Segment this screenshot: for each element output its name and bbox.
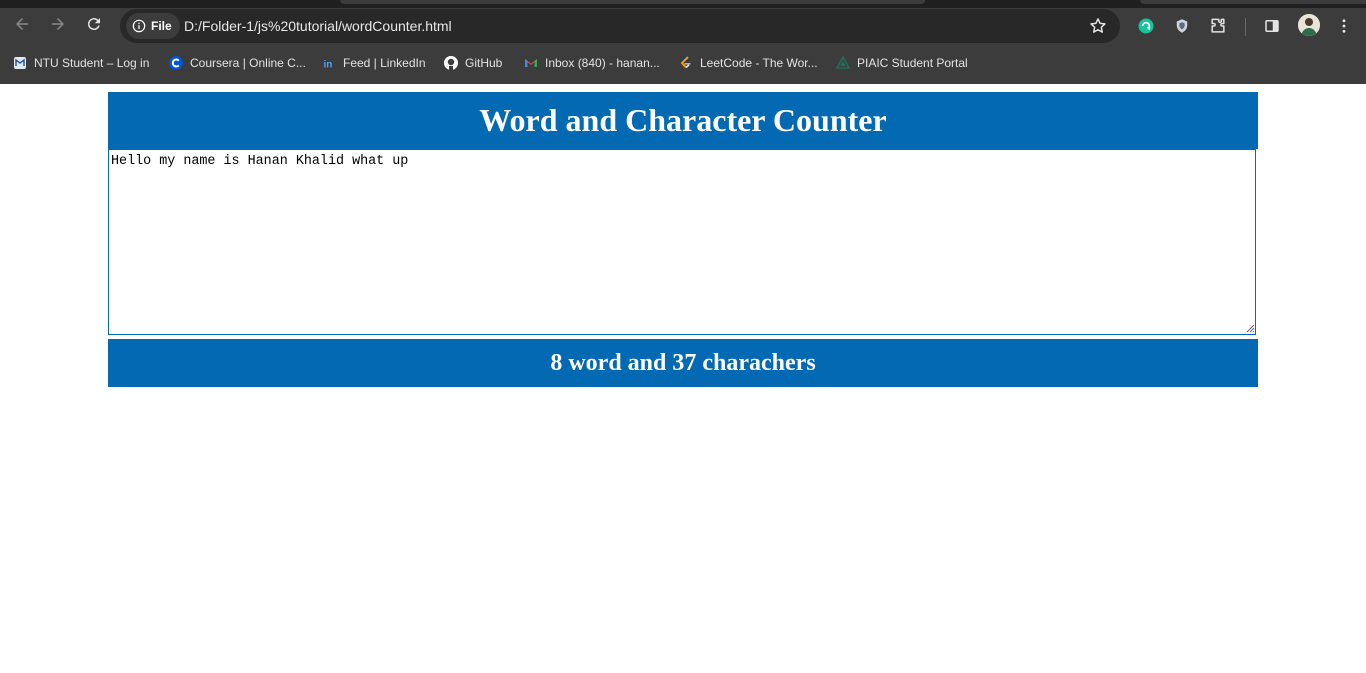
url-text[interactable]: D:/Folder-1/js%20tutorial/wordCounter.ht… bbox=[184, 18, 452, 34]
bookmarks-bar: NTU Student – Log in Coursera | Online C… bbox=[0, 50, 1366, 76]
bookmark-gmail[interactable]: Inbox (840) - hanan... bbox=[523, 53, 660, 73]
bookmark-piaic[interactable]: PIAIC Student Portal bbox=[835, 53, 968, 73]
bookmark-label: PIAIC Student Portal bbox=[857, 56, 968, 70]
active-tab-edge[interactable] bbox=[340, 0, 925, 4]
bookmark-coursera[interactable]: Coursera | Online C... bbox=[168, 53, 306, 73]
leetcode-icon bbox=[678, 55, 694, 71]
ntu-logo-icon bbox=[12, 55, 28, 71]
reload-icon bbox=[87, 18, 100, 31]
bookmark-leetcode[interactable]: LeetCode - The Wor... bbox=[678, 53, 818, 73]
puzzle-extensions-icon bbox=[1211, 18, 1225, 33]
site-info-label: File bbox=[151, 19, 172, 33]
profile-avatar[interactable] bbox=[1298, 14, 1320, 36]
page-title: Word and Character Counter bbox=[108, 92, 1258, 149]
piaic-icon bbox=[835, 55, 851, 71]
back-icon bbox=[16, 18, 28, 30]
bookmark-label: Coursera | Online C... bbox=[190, 56, 306, 70]
coursera-icon bbox=[168, 55, 184, 71]
reload-button[interactable] bbox=[80, 10, 108, 38]
browser-menu-button[interactable] bbox=[1332, 14, 1356, 38]
forward-icon bbox=[52, 18, 64, 30]
bookmark-label: Inbox (840) - hanan... bbox=[545, 56, 660, 70]
browser-toolbar: File D:/Folder-1/js%20tutorial/wordCount… bbox=[0, 8, 1366, 44]
gmail-icon bbox=[523, 55, 539, 71]
shield-extension-icon bbox=[1176, 19, 1188, 33]
grammarly-extension[interactable] bbox=[1134, 14, 1158, 38]
extensions-button[interactable] bbox=[1206, 14, 1230, 38]
toolbar-separator bbox=[1245, 18, 1246, 36]
forward-button[interactable] bbox=[44, 10, 72, 38]
back-button[interactable] bbox=[8, 10, 36, 38]
info-icon bbox=[132, 19, 146, 33]
tab-strip bbox=[0, 0, 1366, 8]
svg-text:in: in bbox=[324, 60, 333, 71]
shield-extension[interactable] bbox=[1170, 14, 1194, 38]
side-panel-icon bbox=[1265, 20, 1279, 32]
grammarly-icon bbox=[1138, 18, 1154, 34]
address-bar[interactable]: File D:/Folder-1/js%20tutorial/wordCount… bbox=[120, 9, 1120, 43]
bookmark-star-icon[interactable] bbox=[1088, 16, 1108, 36]
word-character-count: 8 word and 37 charachers bbox=[108, 339, 1258, 387]
profile-avatar-icon bbox=[1298, 14, 1320, 36]
bookmark-label: LeetCode - The Wor... bbox=[700, 56, 818, 70]
bookmark-linkedin[interactable]: in Feed | LinkedIn bbox=[321, 53, 426, 73]
linkedin-icon: in bbox=[321, 55, 337, 71]
browser-chrome: File D:/Folder-1/js%20tutorial/wordCount… bbox=[0, 0, 1366, 84]
bookmark-label: GitHub bbox=[465, 56, 503, 70]
resize-grip-icon[interactable] bbox=[1245, 323, 1255, 333]
bookmark-label: Feed | LinkedIn bbox=[343, 56, 426, 70]
bookmark-label: NTU Student – Log in bbox=[34, 56, 150, 70]
inactive-tab-edge[interactable] bbox=[1140, 0, 1366, 4]
bookmark-github[interactable]: GitHub bbox=[443, 53, 502, 73]
text-input[interactable]: Hello my name is Hanan Khalid what up bbox=[108, 149, 1256, 335]
bookmark-ntu[interactable]: NTU Student – Log in bbox=[12, 53, 149, 73]
kebab-menu-icon bbox=[1342, 19, 1346, 33]
site-info-chip[interactable]: File bbox=[126, 13, 180, 39]
side-panel-button[interactable] bbox=[1260, 14, 1284, 38]
github-icon bbox=[443, 55, 459, 71]
